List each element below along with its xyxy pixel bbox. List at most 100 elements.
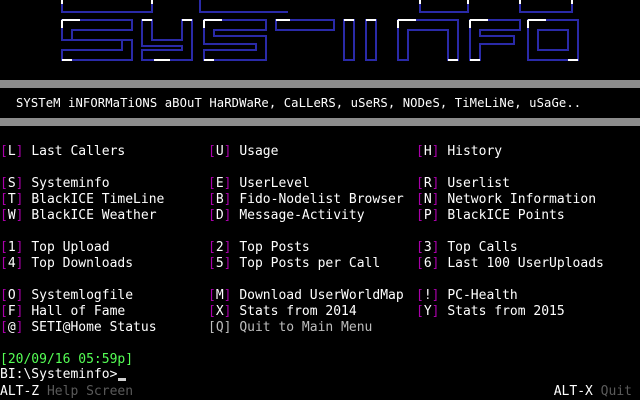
menu-label-text: Top Posts per Call [239, 256, 381, 271]
bracket-open: [ [0, 320, 8, 335]
bracket-open: [ [0, 176, 8, 191]
hotkey: Y [423, 304, 432, 319]
menu-item-network-information[interactable]: [N] Network Information [416, 192, 596, 208]
menu-label-text: BlackICE Weather [31, 208, 157, 223]
menu-label-text: Systemlogfile [31, 288, 134, 303]
menu-item-top-upload[interactable]: [1] Top Upload [0, 240, 110, 256]
menu-item-blackice-points[interactable]: [P] BlackICE Points [416, 208, 565, 224]
menu-label-text: Top Calls [447, 240, 518, 255]
hotkey: S [7, 176, 16, 191]
menu-item-fido-nodelist-browser[interactable]: [B] Fido-Nodelist Browser [208, 192, 404, 208]
menu-label-text: SETI@Home Status [31, 320, 157, 335]
menu-label-text: Hall of Fame [31, 304, 126, 319]
hotkey: M [215, 288, 224, 303]
bracket-open: [ [208, 144, 216, 159]
hotkey: W [7, 208, 16, 223]
hotkey: L [7, 144, 16, 159]
menu-label-text: BlackICE TimeLine [31, 192, 165, 207]
bracket-open: [ [416, 288, 424, 303]
quit-hotkey[interactable]: ALT-X Quit [554, 384, 632, 400]
logo-dash [275, 19, 335, 31]
bracket-open: [ [0, 192, 8, 207]
prompt-text: BI:\Systeminfo> [0, 367, 118, 382]
logo-banner [0, 0, 640, 80]
top-separator-bar [0, 80, 640, 88]
menu-label-text: UserLevel [239, 176, 310, 191]
logo-letter-s2 [203, 19, 267, 61]
menu-label-text: Stats from 2014 [239, 304, 357, 319]
bracket-open: [ [416, 304, 424, 319]
logo-letter-s [61, 19, 133, 61]
menu-item-top-posts[interactable]: [2] Top Posts [208, 240, 310, 256]
menu-item-top-calls[interactable]: [3] Top Calls [416, 240, 518, 256]
menu-label-text: Message-Activity [239, 208, 365, 223]
bracket-open: [ [416, 240, 424, 255]
menu-label-text: Top Downloads [31, 256, 134, 271]
bracket-open: [ [0, 304, 8, 319]
session-timestamp: [20/09/16 05:59p] [0, 352, 134, 367]
bracket-open: [ [0, 240, 8, 255]
menu-item-usage[interactable]: [U] Usage [208, 144, 278, 160]
hotkey: 5 [215, 256, 224, 271]
hotkey: X [215, 304, 224, 319]
menu-item-seti-home-status[interactable]: [@] SETI@Home Status [0, 320, 157, 336]
hotkey: 1 [7, 240, 16, 255]
menu-item-stats-from-2015[interactable]: [Y] Stats from 2015 [416, 304, 565, 320]
hotkey: E [215, 176, 224, 191]
menu-item-systeminfo[interactable]: [S] Systeminfo [0, 176, 110, 192]
menu-item-userlevel[interactable]: [E] UserLevel [208, 176, 310, 192]
menu-label-text: History [447, 144, 503, 159]
menu-item-hall-of-fame[interactable]: [F] Hall of Fame [0, 304, 125, 320]
help-hotkey-label: Help Screen [39, 384, 134, 399]
bracket-open: [ [208, 240, 216, 255]
menu-item-download-userworldmap[interactable]: [M] Download UserWorldMap [208, 288, 404, 304]
hotkey: ! [423, 288, 432, 303]
menu-label-text: Usage [239, 144, 279, 159]
bracket-open: [ [0, 208, 8, 223]
quit-hotkey-label: Quit [592, 384, 632, 399]
hotkey: B [215, 192, 224, 207]
menu-label-text: Systeminfo [31, 176, 110, 191]
menu-label-text: Userlist [447, 176, 510, 191]
quit-hotkey-key: ALT-X [553, 384, 593, 399]
menu-label-text: PC-Health [447, 288, 518, 303]
command-prompt[interactable]: BI:\Systeminfo> [0, 367, 127, 383]
menu-item-last-callers[interactable]: [L] Last Callers [0, 144, 125, 160]
menu-item-pc-health[interactable]: [!] PC-Health [416, 288, 518, 304]
menu-item-blackice-timeline[interactable]: [T] BlackICE TimeLine [0, 192, 164, 208]
menu-item-systemlogfile[interactable]: [O] Systemlogfile [0, 288, 133, 304]
hotkey: O [7, 288, 16, 303]
menu-item-last-100-useruploads[interactable]: [6] Last 100 UserUploads [416, 256, 604, 272]
hotkey: F [7, 304, 16, 319]
hotkey: Q [215, 320, 224, 335]
bracket-open: [ [208, 208, 216, 223]
logo-letter-n [397, 19, 459, 61]
banner-tagline: SYSTeM iNFORMaTiONS aBOuT HaRDWaRe, CaLL… [0, 88, 640, 118]
sysinfo-logo [61, 0, 579, 61]
bracket-open: [ [208, 256, 216, 271]
menu-item-quit-to-main-menu[interactable]: [Q] Quit to Main Menu [208, 320, 372, 336]
menu-item-message-activity[interactable]: [D] Message-Activity [208, 208, 365, 224]
hotkey: @ [7, 320, 16, 335]
bracket-open: [ [208, 288, 216, 303]
menu-label-text: Quit to Main Menu [239, 320, 373, 335]
help-screen-hotkey[interactable]: ALT-Z Help Screen [0, 384, 133, 400]
menu-label-text: Fido-Nodelist Browser [239, 192, 404, 207]
bracket-open: [ [0, 256, 8, 271]
logo-letter-o [527, 19, 579, 61]
bracket-open: [ [416, 256, 424, 271]
menu-label-text: BlackICE Points [447, 208, 565, 223]
menu-item-blackice-weather[interactable]: [W] BlackICE Weather [0, 208, 157, 224]
hotkey: D [215, 208, 224, 223]
menu-label-text: Top Upload [31, 240, 110, 255]
menu-label-text: Last Callers [31, 144, 126, 159]
menu-item-top-downloads[interactable]: [4] Top Downloads [0, 256, 133, 272]
menu-item-history[interactable]: [H] History [416, 144, 502, 160]
status-bar: ALT-Z Help Screen ALT-X Quit [0, 384, 640, 400]
menu-item-userlist[interactable]: [R] Userlist [416, 176, 510, 192]
bracket-open: [ [208, 192, 216, 207]
hotkey: H [423, 144, 432, 159]
hotkey: N [423, 192, 432, 207]
menu-item-top-posts-per-call[interactable]: [5] Top Posts per Call [208, 256, 380, 272]
menu-item-stats-from-2014[interactable]: [X] Stats from 2014 [208, 304, 357, 320]
